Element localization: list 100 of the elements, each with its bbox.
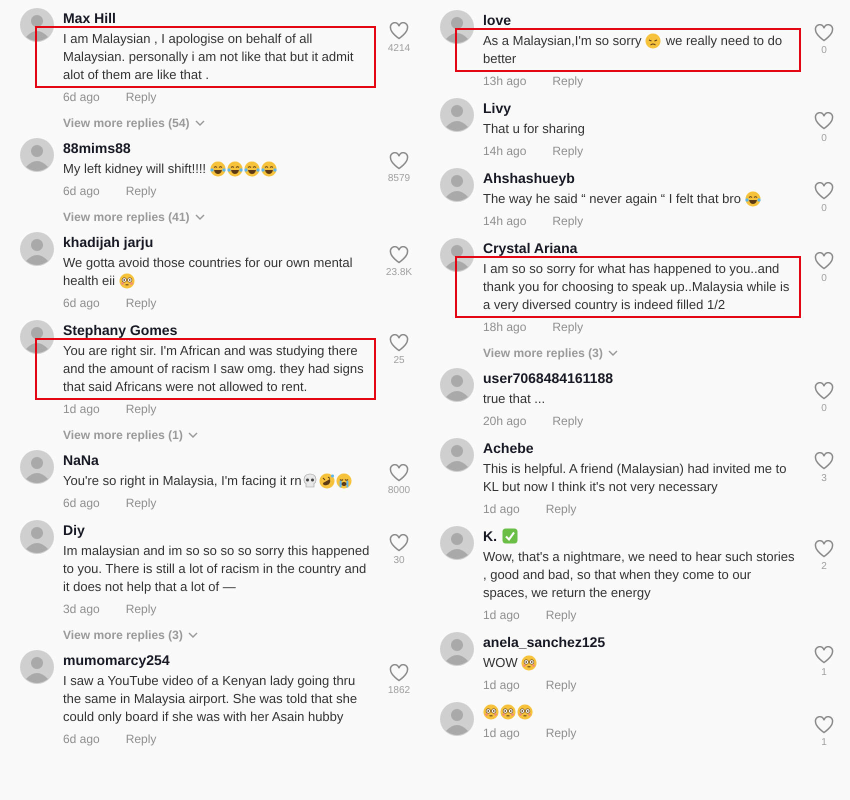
timestamp: 6d ago xyxy=(63,731,100,748)
flushed-emoji-icon xyxy=(521,655,538,671)
flushed-emoji-icon xyxy=(118,273,135,289)
like-count: 25 xyxy=(393,355,405,366)
username[interactable]: Stephany Gomes xyxy=(63,322,178,338)
username[interactable]: mumomarcy254 xyxy=(63,652,170,668)
flushed-emoji-icon xyxy=(517,704,533,720)
heart-icon[interactable] xyxy=(389,664,409,682)
username[interactable]: Achebe xyxy=(483,440,534,456)
timestamp: 1d ago xyxy=(483,501,520,518)
heart-icon[interactable] xyxy=(814,716,834,734)
reply-link[interactable]: Reply xyxy=(552,142,584,160)
timestamp: 20h ago xyxy=(483,413,526,430)
like-count: 4214 xyxy=(388,43,410,54)
reply-link[interactable]: Reply xyxy=(126,88,156,106)
timestamp: 3d ago xyxy=(63,601,100,618)
username[interactable]: Crystal Ariana xyxy=(483,240,578,256)
heart-icon[interactable] xyxy=(389,464,409,482)
comment-text: This is helpful. A friend (Malaysian) had invited me to KL but now I think it's not very necessary xyxy=(483,461,786,494)
username[interactable]: anela_sanchez125 xyxy=(483,634,606,650)
like-count: 1862 xyxy=(388,685,410,696)
like-count: 0 xyxy=(821,273,827,284)
reply-link[interactable]: Reply xyxy=(546,676,576,694)
like-count: 0 xyxy=(821,203,827,214)
comment-text: The way he said “ never again “ I felt that bro xyxy=(483,190,742,208)
heart-icon[interactable] xyxy=(389,534,409,552)
avatar-icon xyxy=(440,632,474,666)
heart-icon[interactable] xyxy=(814,182,834,200)
heart-icon[interactable] xyxy=(814,112,834,130)
avatar-icon xyxy=(440,168,474,202)
timestamp: 1d ago xyxy=(63,401,100,418)
flushed-emoji-icon xyxy=(483,704,499,720)
comment-text: health eii xyxy=(63,272,116,290)
reply-link[interactable]: Reply xyxy=(546,606,576,624)
username[interactable]: love xyxy=(483,12,512,28)
reply-link[interactable]: Reply xyxy=(126,494,156,512)
heart-icon[interactable] xyxy=(389,246,409,264)
avatar-icon xyxy=(20,232,54,266)
heart-icon[interactable] xyxy=(814,24,834,42)
reply-link[interactable]: Reply xyxy=(552,412,584,430)
reply-link[interactable]: Reply xyxy=(126,400,156,418)
like-count: 0 xyxy=(821,403,827,414)
timestamp: 1d ago xyxy=(483,725,520,742)
avatar-icon xyxy=(20,138,54,172)
heart-icon[interactable] xyxy=(814,252,834,270)
heart-icon[interactable] xyxy=(389,334,409,352)
comment-text: We gotta avoid those countries for our own mental xyxy=(63,254,353,272)
reply-link[interactable]: Reply xyxy=(552,318,584,336)
comment-text: better xyxy=(483,50,516,68)
username[interactable]: Diy xyxy=(63,522,85,538)
view-replies-link[interactable]: View more replies (54) xyxy=(63,116,205,130)
username[interactable]: khadijah jarju xyxy=(63,234,154,250)
reply-link[interactable]: Reply xyxy=(546,500,576,518)
avatar-icon xyxy=(440,526,474,560)
avatar-icon xyxy=(440,368,474,402)
heart-icon[interactable] xyxy=(814,540,834,558)
comment-text: Im malaysian and im so so so so sorry this happened to you. There is still a lot of racism in the country and it does not help that a lot of — xyxy=(63,543,370,594)
timestamp: 1d ago xyxy=(483,677,520,694)
username[interactable]: K. xyxy=(483,528,497,544)
username[interactable]: NaNa xyxy=(63,452,99,468)
avatar-icon xyxy=(440,438,474,472)
reply-link[interactable]: Reply xyxy=(546,724,576,742)
comment-text: You are right sir. I'm African and was studying there and the amount of racism I saw omg. they had signs that said Africans were not allowed to rent. xyxy=(63,343,364,394)
reply-link[interactable]: Reply xyxy=(126,294,156,312)
view-replies-link[interactable]: View more replies (3) xyxy=(483,346,618,360)
avatar-icon xyxy=(20,650,54,684)
username[interactable]: Max Hill xyxy=(63,10,116,26)
username[interactable]: Ahshashueyb xyxy=(483,170,575,186)
timestamp: 6d ago xyxy=(63,295,100,312)
comment-text: Wow, that's a nightmare, we need to hear such stories , good and bad, so that when they come to our spaces, we return the energy xyxy=(483,549,795,600)
username[interactable]: user7068484161188 xyxy=(483,370,614,386)
username[interactable]: 88mims88 xyxy=(63,140,131,156)
heart-icon[interactable] xyxy=(389,152,409,170)
laughing-emoji-icon xyxy=(744,191,761,207)
heart-icon[interactable] xyxy=(389,22,409,40)
like-count: 3 xyxy=(821,473,827,484)
sad-emoji-icon xyxy=(645,33,662,49)
reply-link[interactable]: Reply xyxy=(126,600,156,618)
reply-link[interactable]: Reply xyxy=(552,72,584,90)
laughing-emoji-icon xyxy=(260,161,277,177)
chevron-icon xyxy=(188,432,198,438)
reply-link[interactable]: Reply xyxy=(126,730,156,748)
avatar-icon xyxy=(440,10,474,44)
avatar-icon xyxy=(440,98,474,132)
view-replies-link[interactable]: View more replies (3) xyxy=(63,628,198,642)
username[interactable]: Livy xyxy=(483,100,512,116)
crying-emoji-icon xyxy=(336,473,352,489)
comment-text: My left kidney will shift!!!! xyxy=(63,160,208,178)
heart-icon[interactable] xyxy=(814,382,834,400)
timestamp: 14h ago xyxy=(483,143,526,160)
comment-text: WOW xyxy=(483,654,519,672)
heart-icon[interactable] xyxy=(814,452,834,470)
view-replies-link[interactable]: View more replies (41) xyxy=(63,210,205,224)
reply-link[interactable]: Reply xyxy=(552,212,584,230)
heart-icon[interactable] xyxy=(814,646,834,664)
comment-text: we really need to do xyxy=(664,32,782,50)
view-replies-link[interactable]: View more replies (1) xyxy=(63,428,198,442)
chevron-icon xyxy=(608,350,618,356)
like-count: 1 xyxy=(821,667,827,678)
reply-link[interactable]: Reply xyxy=(126,182,156,200)
